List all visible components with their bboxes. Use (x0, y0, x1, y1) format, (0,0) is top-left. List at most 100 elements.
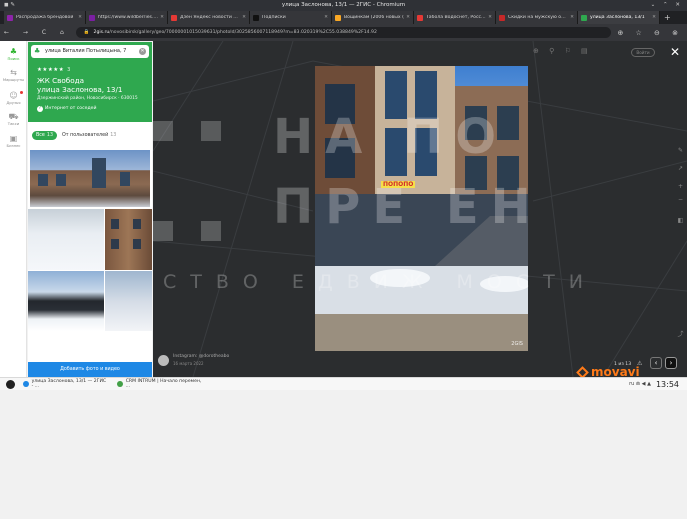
tab-title: Подписки (262, 15, 286, 20)
browser-tab[interactable]: Дзен Яндекс новости — Я ✕ (168, 11, 250, 24)
photo-viewer: ⊕ ⚲ ⚐ ▤ Войти ✕ ✎ ↗ + − ◧ ⤴ ПОПОПО 2GIS … (153, 41, 687, 377)
new-tab-button[interactable]: + (664, 11, 671, 24)
left-rail: ♣ Поиск ⇆ Маршруты ☺ Друзья ⛟ Такси ▣ Бизнес (0, 41, 27, 377)
clock[interactable]: 13:54 (656, 380, 679, 389)
rail-item-label: Маршруты (2, 77, 25, 82)
route-icon: ⇆ (10, 68, 17, 77)
tab-close-icon[interactable]: ✕ (160, 15, 164, 20)
question-icon: ? (37, 106, 43, 112)
browser-tab[interactable]: Табола Водоснёт, Россия ✕ (414, 11, 496, 24)
place-card: ♣ улица Виталия Потылицына, 7 ✕ ★★★★★ 3 Ж… (28, 42, 152, 122)
tab-close-icon[interactable]: ✕ (324, 15, 328, 20)
browser-tab[interactable]: Подписки ✕ (250, 11, 332, 24)
internet-link[interactable]: ? Интернет от сосeдей (37, 106, 96, 112)
rail-item-route[interactable]: ⇆ Маршруты (0, 68, 27, 82)
toolbar-extension-icons[interactable]: ⊕ ☆ ⊖ ⊗ (617, 29, 683, 37)
url-host: 2gis.ru (93, 30, 110, 35)
filter-users-chip[interactable]: От пользователей 13 (62, 133, 116, 138)
window-menu-icon[interactable]: ◼ ✎ (4, 0, 15, 11)
attribution-date: 16 марта 2022 (173, 361, 204, 366)
url-input[interactable]: 🔒 2gis.ru/novosibirsk/gallery/geo/7000000… (75, 27, 612, 38)
zoom-out-icon[interactable]: − (676, 196, 685, 203)
tab-title: Вощинкам (2006 новых ( (344, 15, 404, 20)
rating-count: 3 (67, 67, 71, 73)
window-title: улица Заслонова, 13/1 — 2ГИС - Chromium (281, 2, 406, 8)
add-photo-button[interactable]: Добавить фото и видео (28, 362, 152, 377)
rating[interactable]: ★★★★★ 3 (37, 67, 71, 73)
browser-tab[interactable]: https://www.wildberries.ru ✕ (86, 11, 168, 24)
browser-tab[interactable]: Распродажа брендовой ✕ (4, 11, 86, 24)
photo-attribution: Instagram: @dorotheabo 16 марта 2022 (158, 354, 229, 366)
start-menu-icon[interactable] (6, 379, 15, 389)
taskbar-window[interactable]: улица Заслонова, 13/1 — 2ГИС - ... (20, 379, 112, 389)
map-tools[interactable]: ⊕ ⚲ ⚐ ▤ (533, 47, 592, 55)
rail-item-friends[interactable]: ☺ Друзья (0, 91, 27, 105)
watermark-line-2: ПРЕ ЕН (273, 179, 543, 235)
rail-item-label: Такси (7, 121, 20, 126)
empty-desktop-area (0, 390, 687, 519)
layers-icon[interactable]: ◧ (676, 217, 685, 224)
browser-tab[interactable]: Скидки на мужскую одеж ✕ (496, 11, 578, 24)
tab-favicon-icon (253, 14, 259, 21)
window-titlebar: ◼ ✎ улица Заслонова, 13/1 — 2ГИС - Chrom… (0, 0, 687, 11)
prev-photo-button[interactable]: ‹ (650, 357, 662, 369)
taxi-icon: ⛟ (8, 112, 19, 121)
filter-all-chip[interactable]: Все 13 (32, 131, 57, 140)
taskbar-window[interactable]: CRM INTRUM | Начало перемен, ... (114, 379, 206, 389)
tab-favicon-icon (581, 14, 587, 21)
tab-close-icon[interactable]: ✕ (78, 15, 82, 20)
zoom-in-icon[interactable]: + (676, 183, 685, 190)
place-district: Дзержинский район, Новосибирск · 630015 (37, 96, 138, 101)
watermark-line-1: НА ПО (273, 109, 509, 165)
tab-title: Дзен Яндекс новости — Я (180, 15, 241, 20)
tree-pin-icon: ♣ (34, 47, 41, 55)
next-photo-button[interactable]: › (665, 357, 677, 369)
rail-item-bag[interactable]: ▣ Бизнес (0, 134, 27, 148)
share-icon[interactable]: ⤴ (676, 329, 685, 338)
lock-icon: 🔒 (83, 30, 90, 35)
url-path: /novosibirsk/gallery/geo/700000010150396… (109, 30, 377, 35)
gallery-thumb-3[interactable] (105, 209, 152, 270)
tab-favicon-icon (335, 14, 341, 21)
tree-pin-icon: ♣ (9, 47, 18, 56)
movavi-logo-mark (576, 366, 589, 377)
login-button[interactable]: Войти (631, 48, 655, 57)
clear-search-icon[interactable]: ✕ (139, 48, 146, 55)
place-address-title: улица Заслонова, 13/1 (37, 85, 123, 94)
report-icon[interactable]: ⚠ (637, 360, 642, 367)
tab-title: Распродажа брендовой (16, 15, 74, 20)
search-input[interactable]: ♣ улица Виталия Потылицына, 7 ✕ (31, 45, 149, 58)
taskbar-windows: улица Заслонова, 13/1 — 2ГИС - ... CRM IN… (18, 379, 206, 389)
nav-buttons[interactable]: ← → C ⌂ (4, 29, 70, 36)
gallery-thumb-5[interactable] (105, 271, 152, 331)
attribution-author: Instagram: @dorotheabo (173, 354, 230, 359)
browser-tab[interactable]: Вощинкам (2006 новых (✕ (332, 11, 414, 24)
map-control-2[interactable]: ↗ (676, 165, 685, 172)
map-control-1[interactable]: ✎ (676, 147, 685, 154)
tab-favicon-icon (89, 14, 95, 21)
photo-label: 2GIS (511, 341, 523, 347)
watermark-square (201, 121, 221, 141)
window-controls[interactable]: ⌄ ⌃ ✕ (651, 0, 683, 11)
tray-icons[interactable]: ru ⋒ ◀ ▲ (629, 381, 651, 387)
tab-close-icon[interactable]: ✕ (406, 15, 410, 20)
close-icon[interactable]: ✕ (670, 46, 680, 58)
filter-users-label: От пользователей (62, 133, 109, 138)
watermark-square (153, 121, 173, 141)
tab-close-icon[interactable]: ✕ (652, 15, 656, 20)
search-value: улица Виталия Потылицына, 7 (45, 48, 127, 54)
tab-close-icon[interactable]: ✕ (242, 15, 246, 20)
gallery-thumb-4[interactable] (28, 271, 104, 331)
tab-close-icon[interactable]: ✕ (488, 15, 492, 20)
tab-title: https://www.wildberries.ru (98, 15, 159, 20)
tab-close-icon[interactable]: ✕ (570, 15, 574, 20)
browser-tab[interactable]: улица Заслонова, 13/1 ✕ (578, 11, 660, 24)
gallery-thumb-2[interactable] (28, 209, 104, 270)
rail-item-tree-pin[interactable]: ♣ Поиск (0, 47, 27, 61)
rail-item-taxi[interactable]: ⛟ Такси (0, 112, 27, 126)
place-title: ЖК Свобода (37, 76, 84, 85)
watermark-square (201, 221, 221, 241)
gallery-thumb-1[interactable] (30, 150, 150, 207)
rating-stars: ★★★★★ (37, 67, 65, 73)
notification-dot (20, 91, 23, 94)
